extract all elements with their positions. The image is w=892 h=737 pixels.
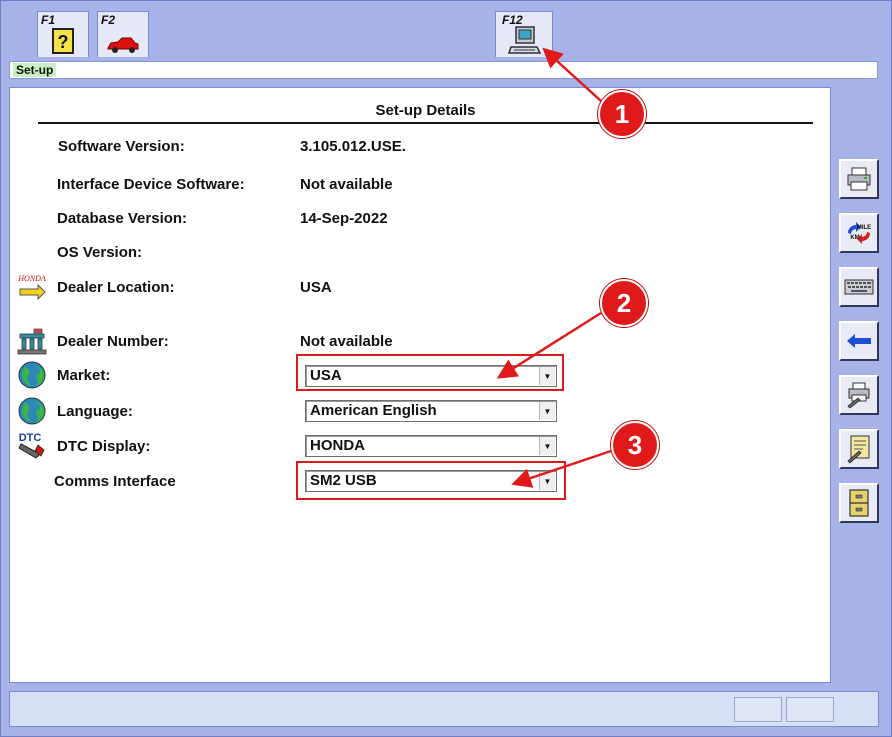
software-version-value: 3.105.012.USE. [300,138,406,155]
tab-f2-vehicle[interactable]: F2 [97,11,149,57]
document-settings-button[interactable] [839,429,879,469]
app-window: F1 ? F2 F12 Set-up Set-up Details Softwa… [0,0,892,737]
setup-computer-icon [507,26,541,54]
language-label: Language: [57,403,133,420]
keyboard-button[interactable] [839,267,879,307]
km-icon-text: KM [850,235,859,241]
status-pane [734,697,782,722]
dealer-location-value: USA [300,279,332,296]
dealer-number-label: Dealer Number: [57,333,169,350]
market-label: Market: [57,367,111,384]
comms-interface-label: Comms Interface [54,473,176,490]
globe-icon [18,361,46,389]
annotation-badge-3: 3 [611,421,659,469]
tab-key-label: F1 [41,13,56,27]
dtc-display-dropdown-value: HONDA [310,437,365,454]
printer-wrench-icon [847,382,870,409]
language-dropdown[interactable]: American English ▼ [305,400,557,422]
print-button[interactable] [839,159,879,199]
keyboard-icon [844,279,874,295]
dtc-display-label: DTC Display: [57,438,151,455]
document-wrench-icon [847,435,870,464]
mile-km-icon: MILE KM [848,222,871,244]
chevron-down-icon[interactable]: ▼ [539,437,555,455]
globe-icon [18,397,46,425]
help-icon: ? [52,28,74,54]
cabinet-icon [849,489,869,517]
honda-location-icon: HONDA [17,274,46,301]
mile-km-button[interactable]: MILE KM [839,213,879,253]
mile-icon-text: MILE [857,225,871,231]
software-version-label: Software Version: [58,138,185,155]
interface-device-software-label: Interface Device Software: [57,176,245,193]
cabinet-button[interactable] [839,483,879,523]
dealer-location-label: Dealer Location: [57,279,175,296]
annotation-badge-1: 1 [598,90,646,138]
dtc-display-dropdown[interactable]: HONDA ▼ [305,435,557,457]
language-dropdown-value: American English [310,402,437,419]
status-bar [9,691,879,727]
dtc-icon: DTC [18,432,45,459]
back-button[interactable] [839,321,879,361]
dealer-number-icon [17,328,47,355]
tab-f12-setup[interactable]: F12 [495,11,553,57]
tab-f1-help[interactable]: F1 ? [37,11,89,57]
chevron-down-icon[interactable]: ▼ [539,402,555,420]
panel-title: Set-up Details [375,102,476,119]
dtc-icon-text: DTC [19,432,42,444]
database-version-value: 14-Sep-2022 [300,210,388,227]
printer-icon [847,167,871,191]
os-version-label: OS Version: [57,244,143,261]
print-settings-button[interactable] [839,375,879,415]
status-pane [786,697,834,722]
arrow-left-icon [847,334,871,348]
dealer-number-value: Not available [300,333,393,350]
interface-device-software-value: Not available [300,176,393,193]
database-version-label: Database Version: [57,210,188,227]
svg-text:?: ? [58,32,69,52]
car-icon [107,37,139,53]
breadcrumb-bar: Set-up [9,61,878,79]
annotation-badge-2: 2 [600,279,648,327]
market-highlight-box [296,354,564,391]
breadcrumb: Set-up [13,63,57,77]
honda-icon-text: HONDA [17,274,46,283]
title-divider [38,122,813,124]
comms-highlight-box [296,461,566,500]
tab-key-label: F2 [101,13,116,27]
